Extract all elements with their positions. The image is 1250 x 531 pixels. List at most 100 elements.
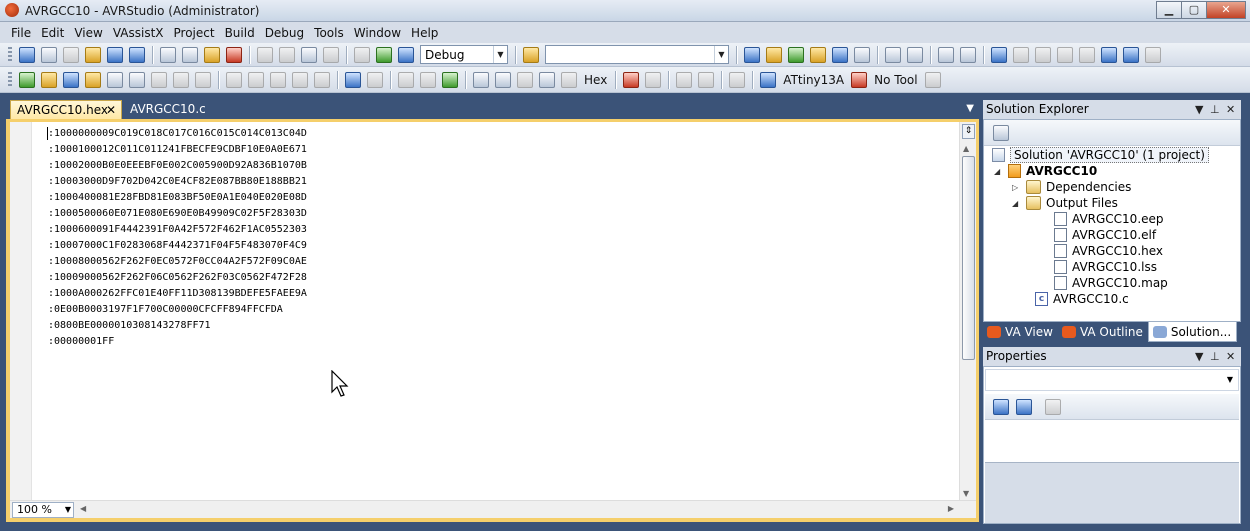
undo-icon[interactable] xyxy=(257,46,273,63)
redo-icon[interactable] xyxy=(279,46,295,63)
tab-va-view[interactable]: VA View xyxy=(983,322,1058,342)
memory-window-icon[interactable] xyxy=(676,71,693,88)
next-bookmark-folder-icon[interactable] xyxy=(1079,46,1095,63)
close-icon[interactable]: ✕ xyxy=(1226,100,1235,119)
uncomment-icon[interactable] xyxy=(960,46,976,63)
menu-window[interactable]: Window xyxy=(349,26,406,40)
object-browser-icon[interactable] xyxy=(810,46,826,63)
close-icon[interactable]: ✕ xyxy=(106,101,116,119)
indent-icon[interactable] xyxy=(885,46,901,63)
tree-item-file[interactable]: AVRGCC10.elf xyxy=(1054,227,1156,243)
options-icon[interactable] xyxy=(195,71,211,88)
tree-item-source-file[interactable]: c AVRGCC10.c xyxy=(1035,291,1129,307)
disassembly-icon[interactable] xyxy=(292,71,308,88)
menu-view[interactable]: View xyxy=(69,26,107,40)
memory-icon[interactable] xyxy=(248,71,264,88)
chevron-down-icon[interactable]: ▼ xyxy=(1195,100,1203,119)
new-project-icon[interactable] xyxy=(19,46,35,63)
tab-avrgcc10-hex[interactable]: AVRGCC10.hex ✕ xyxy=(10,100,122,119)
step-over-icon[interactable] xyxy=(495,71,511,88)
step-out-icon[interactable] xyxy=(517,71,533,88)
find-dropdown[interactable]: ▼ xyxy=(545,45,729,64)
scroll-up-arrow[interactable]: ▲ xyxy=(963,144,969,153)
toolbar-options-icon[interactable] xyxy=(924,71,941,88)
expanded-triangle-icon[interactable]: ◢ xyxy=(1012,199,1021,208)
add-item-icon[interactable] xyxy=(41,46,57,63)
tab-avrgcc10-c[interactable]: AVRGCC10.c xyxy=(124,100,212,119)
start-debugging-icon[interactable] xyxy=(376,46,392,63)
tree-item-file[interactable]: AVRGCC10.hex xyxy=(1054,243,1163,259)
processor-view-icon[interactable] xyxy=(698,71,715,88)
collapsed-triangle-icon[interactable]: ▷ xyxy=(1012,183,1021,192)
add-existing-icon[interactable] xyxy=(63,46,79,63)
object-selector-dropdown[interactable]: ▼ xyxy=(985,369,1239,391)
horizontal-scrollbar[interactable]: 100 % ▼ ◀ ▶ xyxy=(10,500,976,518)
set-next-statement-icon[interactable] xyxy=(561,71,577,88)
zoom-dropdown[interactable]: 100 % ▼ xyxy=(12,502,74,518)
bookmark-window-icon[interactable] xyxy=(1123,46,1139,63)
toolbox-icon[interactable] xyxy=(832,46,848,63)
menu-help[interactable]: Help xyxy=(406,26,443,40)
open-project-icon[interactable] xyxy=(41,71,57,88)
pin-icon[interactable]: ⊥ xyxy=(1210,347,1220,366)
alphabetical-sort-icon[interactable] xyxy=(1016,399,1032,415)
maximize-button[interactable]: ▢ xyxy=(1181,1,1207,19)
properties-window-icon[interactable] xyxy=(788,46,804,63)
watch-icon[interactable] xyxy=(226,71,242,88)
clear-bookmarks-icon[interactable] xyxy=(1101,46,1117,63)
tab-va-outline[interactable]: VA Outline xyxy=(1058,322,1148,342)
property-pages-icon[interactable] xyxy=(1045,399,1061,415)
next-bookmark-icon[interactable] xyxy=(1035,46,1051,63)
toolbar-options-icon[interactable] xyxy=(1145,46,1161,63)
close-icon[interactable]: ✕ xyxy=(1226,347,1235,366)
categorized-icon[interactable] xyxy=(993,399,1009,415)
split-window-icon[interactable]: ⇕ xyxy=(962,124,975,139)
menu-project[interactable]: Project xyxy=(169,26,220,40)
device-programming-icon[interactable] xyxy=(107,71,123,88)
compile-icon[interactable] xyxy=(151,71,167,88)
code-editor[interactable]: :1000000009C019C018C017C016C015C014C013C… xyxy=(10,122,976,518)
prev-bookmark-icon[interactable] xyxy=(1013,46,1029,63)
scroll-left-arrow[interactable]: ◀ xyxy=(80,504,86,513)
hex-display-button[interactable]: Hex xyxy=(584,73,607,87)
command-window-icon[interactable] xyxy=(854,46,870,63)
tree-item-solution[interactable]: Solution 'AVRGCC10' (1 project) xyxy=(992,147,1209,163)
copy-icon[interactable] xyxy=(182,46,198,63)
menu-build[interactable]: Build xyxy=(220,26,260,40)
menu-tools[interactable]: Tools xyxy=(309,26,349,40)
chevron-down-icon[interactable]: ▼ xyxy=(966,103,974,114)
device-selector[interactable]: ATtiny13A xyxy=(783,73,844,87)
target-icon[interactable] xyxy=(129,71,145,88)
paste-icon[interactable] xyxy=(204,46,220,63)
tree-item-file[interactable]: AVRGCC10.lss xyxy=(1054,259,1157,275)
minimize-button[interactable]: ▁ xyxy=(1156,1,1182,19)
clean-icon[interactable] xyxy=(85,71,101,88)
spell-check-icon[interactable] xyxy=(173,71,189,88)
tree-item-output-files[interactable]: ◢ Output Files xyxy=(1012,195,1118,211)
breakpoint-dropdown-icon[interactable] xyxy=(645,71,662,88)
build-solution-icon[interactable] xyxy=(19,71,35,88)
tab-solution-explorer[interactable]: Solution... xyxy=(1147,322,1238,342)
registers-icon[interactable] xyxy=(270,71,286,88)
tree-item-file[interactable]: AVRGCC10.map xyxy=(1054,275,1168,291)
menu-vassistx[interactable]: VAssistX xyxy=(108,26,169,40)
scrollbar-thumb[interactable] xyxy=(962,156,975,360)
navigate-backward-icon[interactable] xyxy=(301,46,317,63)
reset-icon[interactable] xyxy=(398,71,414,88)
find-in-files-icon[interactable] xyxy=(523,46,539,63)
programmer-icon[interactable] xyxy=(729,71,746,88)
tree-item-file[interactable]: AVRGCC10.eep xyxy=(1054,211,1164,227)
stop-debugging-icon[interactable] xyxy=(367,71,383,88)
bookmark-icon[interactable] xyxy=(991,46,1007,63)
configuration-dropdown[interactable]: Debug ▼ xyxy=(420,45,508,64)
properties-icon[interactable] xyxy=(993,125,1009,141)
rebuild-icon[interactable] xyxy=(63,71,79,88)
break-all-icon[interactable] xyxy=(420,71,436,88)
menu-edit[interactable]: Edit xyxy=(36,26,69,40)
build-icon[interactable] xyxy=(354,46,370,63)
comment-icon[interactable] xyxy=(938,46,954,63)
step-into-icon[interactable] xyxy=(473,71,489,88)
navigate-forward-icon[interactable] xyxy=(323,46,339,63)
delete-icon[interactable] xyxy=(226,46,242,63)
vertical-scrollbar[interactable]: ⇕ ▲ ▼ xyxy=(959,122,976,500)
